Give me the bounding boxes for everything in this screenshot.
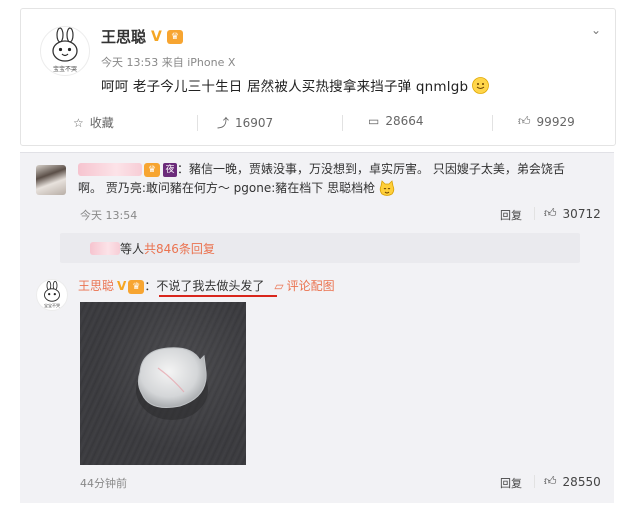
verified-v-icon: V xyxy=(151,28,162,45)
vip-crown-icon: ♛ xyxy=(128,279,145,294)
thumbs-up-icon: 👍︎ xyxy=(518,114,531,128)
comment-2-time: 44分钟前 xyxy=(80,477,127,490)
chevron-down-icon[interactable]: ⌄ xyxy=(591,23,601,37)
vip-crown-icon: ♛ xyxy=(166,29,183,44)
comment-2-username[interactable]: 王思聪 xyxy=(78,277,114,296)
like-count: 99929 xyxy=(536,114,575,129)
action-divider xyxy=(197,115,198,131)
comment-icon: ▭ xyxy=(368,114,380,128)
reply-count-link[interactable]: 共846条回复 xyxy=(144,240,215,257)
comment-1-text-line1: ：豬信一晚，贾婊没事，万没想到，卓实厉害。 只因嫂子太美，弟会饶舌 xyxy=(177,162,565,176)
action-divider xyxy=(492,115,493,131)
favorite-label: 收藏 xyxy=(89,116,114,130)
weibo-post-card: 宝宝不哭 王思聪 V ♛ 今天 13:53 来自 iPhone X ⌄ 呵呵 老… xyxy=(20,8,616,146)
condiment-cup-photo xyxy=(136,347,208,420)
comment-1-time: 今天 13:54 xyxy=(80,209,138,222)
thumbs-up-icon: 👍︎ xyxy=(544,474,557,488)
avatar-caption: 宝宝不哭 xyxy=(52,66,77,73)
blurred-username[interactable] xyxy=(78,163,142,176)
star-icon: ☆ xyxy=(73,115,84,130)
comment-1-reply-button[interactable]: 回复 xyxy=(500,207,522,223)
comment-2-text: 不说了我去做头发了 xyxy=(156,279,265,293)
post-body: 呵呵 老子今儿三十生日 居然被人买热搜拿来挡子弹 qnmlgb xyxy=(101,75,490,95)
comment-2-colon: ： xyxy=(144,279,157,293)
reply-summary[interactable]: 等人 共846条回复 xyxy=(60,233,580,263)
post-source-prefix: 来自 xyxy=(161,56,184,69)
comment-button[interactable]: ▭ 28664 xyxy=(368,114,424,128)
favorite-button[interactable]: ☆ 收藏 xyxy=(73,114,114,131)
post-username[interactable]: 王思聪 xyxy=(101,26,146,47)
vip-crown-icon: ♛ xyxy=(144,162,160,177)
badge-icon: 夜 xyxy=(163,162,177,177)
commenter-avatar[interactable]: 宝宝不哭 xyxy=(36,279,68,311)
smile-emoji-icon xyxy=(472,76,490,94)
commenter-avatar[interactable] xyxy=(36,165,66,195)
post-meta: 今天 13:53 来自 iPhone X xyxy=(101,54,235,70)
thumbs-up-icon: 👍︎ xyxy=(544,206,557,220)
red-underline xyxy=(159,295,277,297)
post-time[interactable]: 今天 13:53 xyxy=(101,56,158,69)
reply-summary-suffix: 等人 xyxy=(120,241,145,256)
comment-1-like-count: 30712 xyxy=(562,206,601,221)
repost-count: 16907 xyxy=(235,115,274,130)
cat-emoji-icon xyxy=(379,179,395,196)
comment-2-like-count: 28550 xyxy=(562,474,601,489)
comment-1-like-button[interactable]: 👍︎ 30712 xyxy=(544,206,601,221)
post-text: 呵呵 老子今儿三十生日 居然被人买热搜拿来挡子弹 qnmlgb xyxy=(101,79,469,95)
repost-icon: ⤴ xyxy=(217,116,230,130)
comment-2-reply-button[interactable]: 回复 xyxy=(500,475,522,491)
comment-1-body: ♛ 夜 ：豬信一晚，贾婊没事，万没想到，卓实厉害。 只因嫂子太美，弟会饶舌 啊。… xyxy=(78,160,603,198)
post-source[interactable]: iPhone X xyxy=(187,56,235,69)
blurred-username[interactable] xyxy=(90,241,120,255)
avatar-caption: 宝宝不哭 xyxy=(44,303,60,308)
picture-icon: ▱ xyxy=(274,279,284,293)
comment-count: 28664 xyxy=(385,114,424,128)
verified-v-icon: V xyxy=(117,279,127,293)
comment-pic-link[interactable]: 评论配图 xyxy=(287,277,335,296)
action-divider xyxy=(342,115,343,131)
comment-2-header: 王思聪 V ♛ ： 不说了我去做头发了 ▱ 评论配图 xyxy=(78,277,335,296)
comment-photo[interactable] xyxy=(80,302,246,465)
repost-button[interactable]: ⤴ 16907 xyxy=(217,114,273,131)
action-divider xyxy=(534,475,535,488)
user-avatar[interactable]: 宝宝不哭 xyxy=(40,26,90,76)
comment-2-like-button[interactable]: 👍︎ 28550 xyxy=(544,474,601,489)
comment-1-text-line2: 啊。 贾乃亮:敢问豬在何方～ pgone:豬在档下 思聪档枪 xyxy=(78,181,376,195)
action-divider xyxy=(534,207,535,220)
like-button[interactable]: 👍︎ 99929 xyxy=(518,114,575,129)
